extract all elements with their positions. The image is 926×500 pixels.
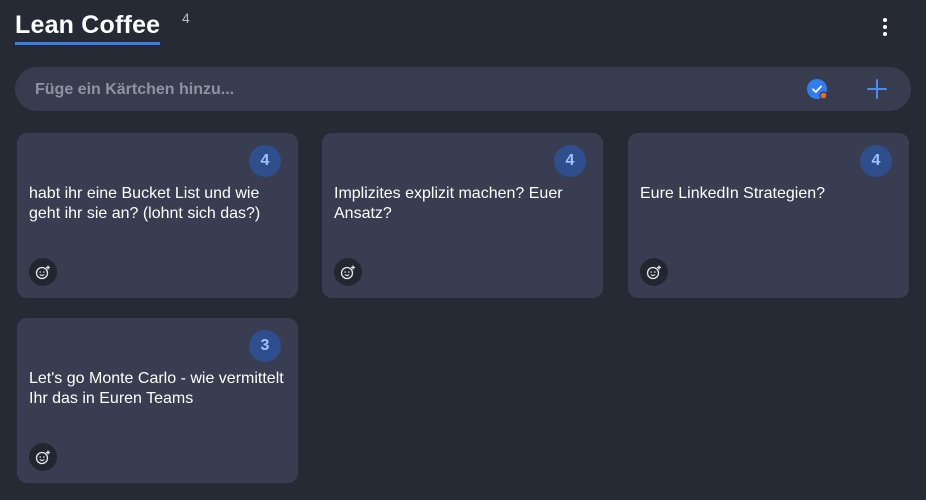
add-reaction-button[interactable]	[29, 443, 57, 471]
page-title: Lean Coffee	[15, 10, 161, 45]
card-text: Eure LinkedIn Strategien?	[640, 185, 826, 202]
vote-badge[interactable]: 4	[554, 145, 586, 177]
add-emoji-icon	[35, 265, 50, 280]
more-vertical-icon-dot	[883, 25, 887, 29]
add-emoji-icon	[340, 265, 355, 280]
add-reaction-button[interactable]	[640, 258, 668, 286]
more-vertical-icon	[883, 18, 887, 22]
header: Lean Coffee 4	[0, 0, 926, 56]
card-text: Implizites explizit machen? Euer Ansatz?	[334, 185, 563, 222]
title-wrap: Lean Coffee 4	[15, 10, 190, 45]
card-text: habt ihr eine Bucket List und wie geht i…	[29, 185, 261, 222]
check-circle-icon[interactable]	[807, 79, 827, 99]
card-text: Let's go Monte Carlo - wie vermittelt Ih…	[29, 370, 284, 407]
add-card-bar	[15, 67, 911, 113]
card[interactable]: 3 Let's go Monte Carlo - wie vermittelt …	[17, 318, 298, 483]
add-reaction-button[interactable]	[29, 258, 57, 286]
vote-badge[interactable]: 3	[249, 330, 281, 362]
more-vertical-icon-dot	[883, 32, 887, 36]
vote-badge[interactable]: 4	[860, 145, 892, 177]
card-count: 4	[182, 10, 190, 26]
card[interactable]: 4 habt ihr eine Bucket List und wie geht…	[17, 133, 298, 298]
card[interactable]: 4 Implizites explizit machen? Euer Ansat…	[322, 133, 603, 298]
card[interactable]: 4 Eure LinkedIn Strategien?	[628, 133, 909, 298]
add-reaction-button[interactable]	[334, 258, 362, 286]
add-card-input[interactable]	[33, 67, 797, 113]
plus-icon[interactable]	[866, 78, 888, 100]
add-emoji-icon	[35, 450, 50, 465]
add-emoji-icon	[646, 265, 661, 280]
more-menu-button[interactable]	[872, 14, 898, 40]
status-dot	[820, 92, 827, 99]
vote-badge[interactable]: 4	[249, 145, 281, 177]
